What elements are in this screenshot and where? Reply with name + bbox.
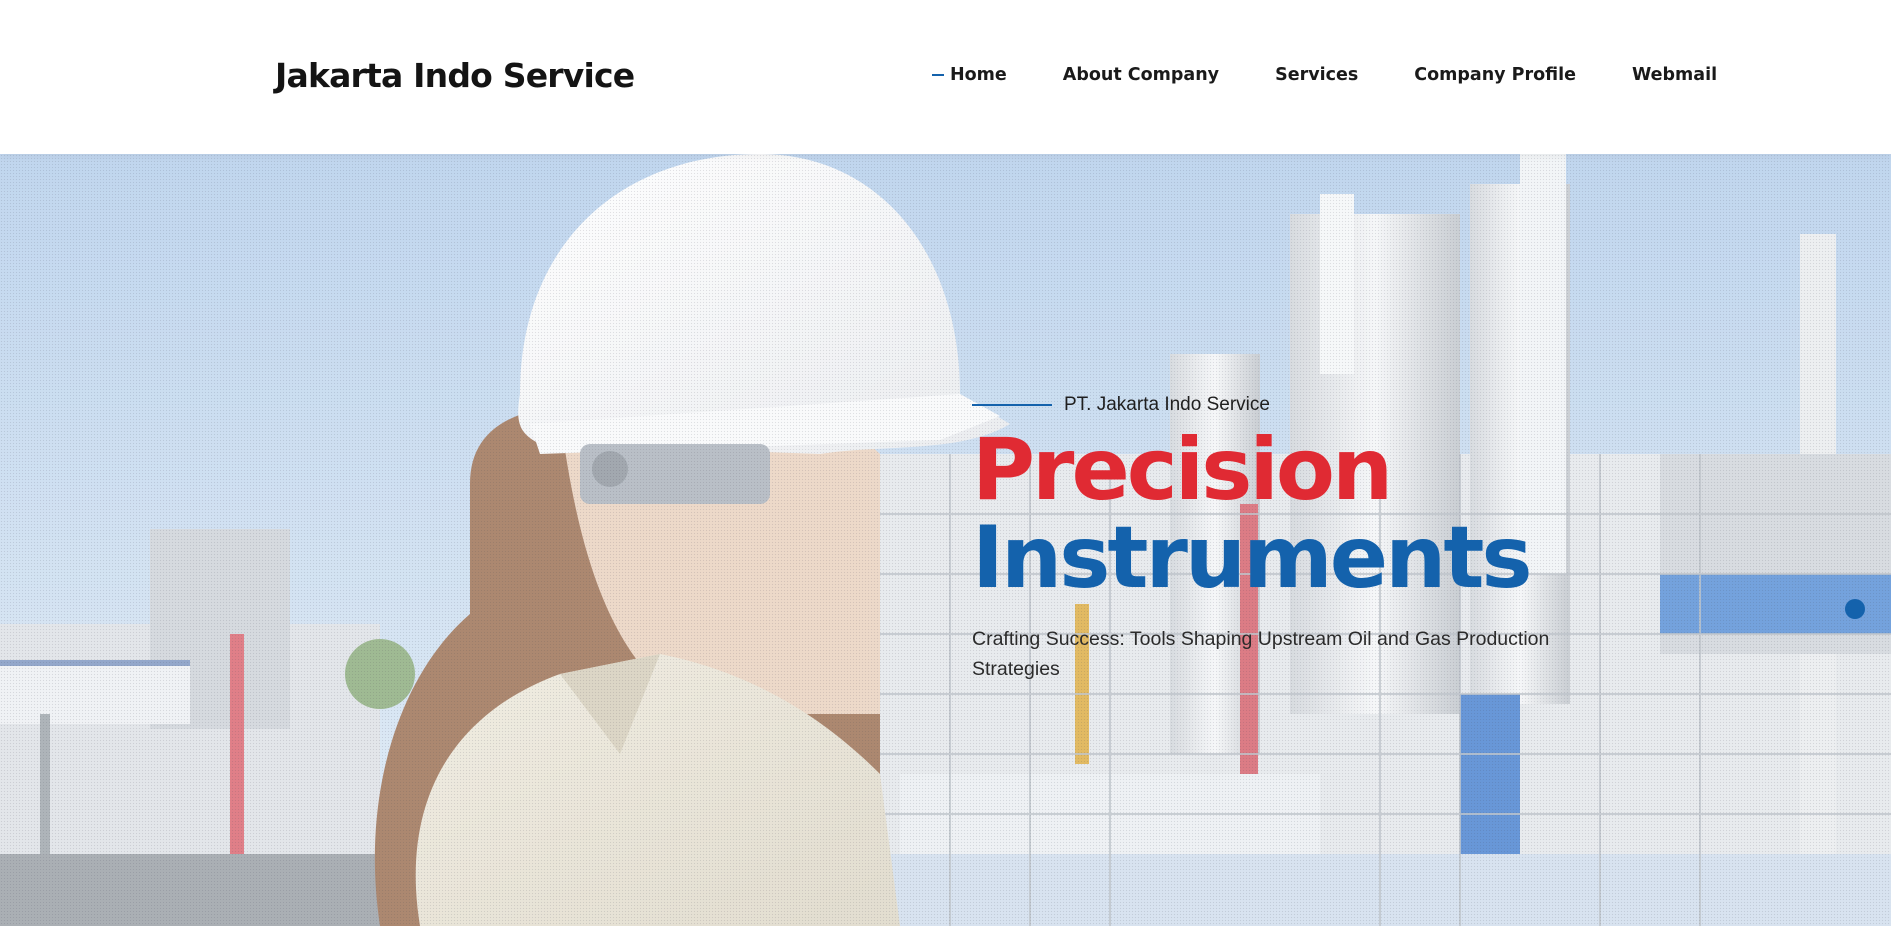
nav-item-label: Webmail: [1631, 65, 1718, 85]
nav-item-webmail[interactable]: Webmail: [1632, 65, 1717, 85]
hero-content: PT. Jakarta Indo Service Precision Instr…: [972, 394, 1612, 684]
nav-item-home[interactable]: Home: [932, 65, 1007, 85]
hero-subtitle: Crafting Success: Tools Shaping Upstream…: [972, 628, 1550, 680]
nav-item-label: Services: [1275, 65, 1359, 85]
hero-eyebrow-text: PT. Jakarta Indo Service: [1064, 394, 1270, 415]
hero-headline-line1: Precision: [972, 420, 1393, 520]
nav-item-services[interactable]: Services: [1275, 65, 1358, 85]
hero-eyebrow: PT. Jakarta Indo Service: [972, 394, 1612, 416]
eyebrow-divider: [972, 404, 1052, 406]
nav-item-label: Home: [950, 65, 1007, 85]
active-indicator: [932, 74, 944, 76]
brand-logo-text[interactable]: Jakarta Indo Service: [275, 56, 635, 95]
nav-item-label: Company Profile: [1414, 65, 1576, 85]
hero-headline-line2: Instruments: [972, 508, 1533, 608]
hero-slider: PT. Jakarta Indo Service Precision Instr…: [0, 154, 1891, 926]
nav-item-about-company[interactable]: About Company: [1063, 65, 1219, 85]
nav-item-company-profile[interactable]: Company Profile: [1414, 65, 1576, 85]
slider-pagination-dot[interactable]: [1845, 599, 1865, 619]
site-header: Jakarta Indo Service Home About Company …: [0, 0, 1891, 154]
main-nav: Home About Company Services Company Prof…: [932, 65, 1717, 85]
nav-item-label: About Company: [1062, 65, 1220, 85]
